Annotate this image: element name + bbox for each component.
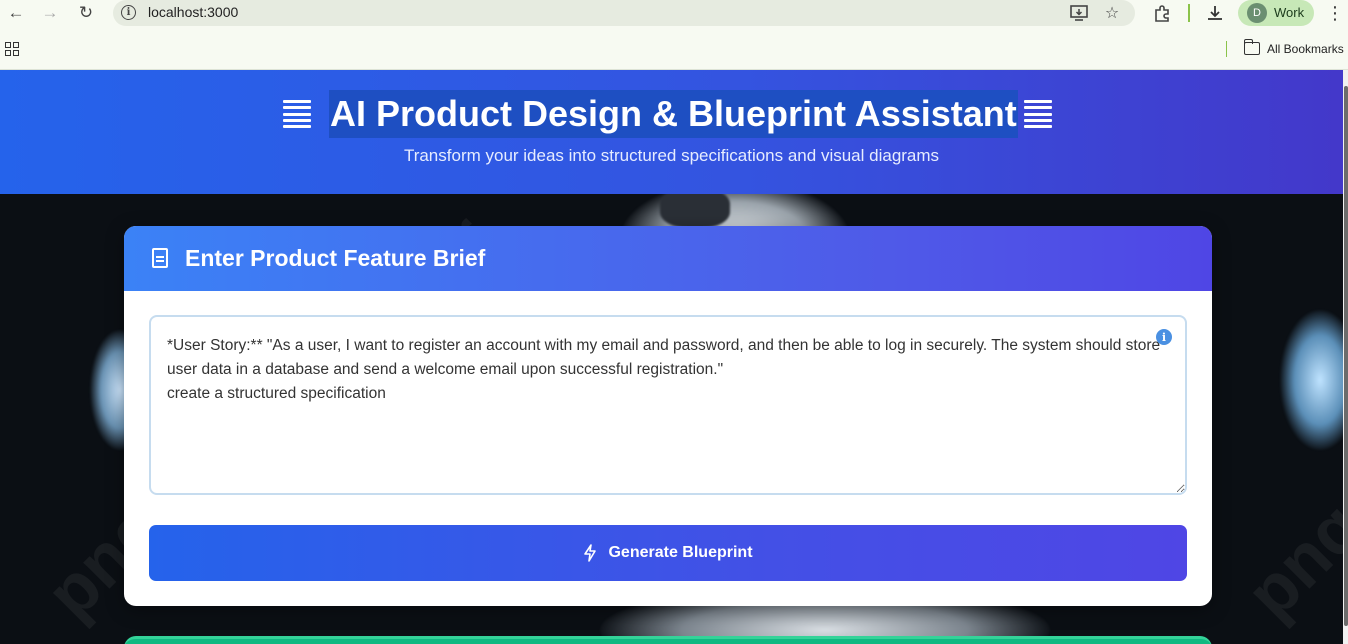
bookmarks-divider bbox=[1226, 41, 1227, 57]
card-header: Enter Product Feature Brief bbox=[124, 226, 1212, 291]
download-icon[interactable] bbox=[1204, 2, 1226, 24]
document-icon bbox=[152, 248, 168, 268]
bookmarks-bar bbox=[0, 36, 1348, 70]
generate-blueprint-label: Generate Blueprint bbox=[608, 544, 753, 561]
address-url[interactable]: localhost:3000 bbox=[148, 4, 238, 20]
toolbar-divider bbox=[1188, 4, 1190, 22]
reload-icon[interactable]: ↻ bbox=[72, 2, 100, 24]
feature-brief-card: Enter Product Feature Brief i Generate B… bbox=[124, 226, 1212, 606]
page-title: AI Product Design & Blueprint Assistant bbox=[329, 90, 1018, 138]
page-subtitle: Transform your ideas into structured spe… bbox=[403, 146, 940, 165]
lightning-icon bbox=[584, 544, 597, 562]
hamburger-menu-icon[interactable] bbox=[283, 100, 311, 128]
bookmark-star-icon[interactable]: ☆ bbox=[1101, 2, 1123, 24]
site-info-icon[interactable]: i bbox=[121, 5, 136, 20]
generate-blueprint-button[interactable]: Generate Blueprint bbox=[149, 525, 1187, 581]
hamburger-menu-icon-right[interactable] bbox=[1024, 100, 1052, 128]
back-icon[interactable]: ← bbox=[2, 2, 30, 24]
install-app-icon[interactable] bbox=[1068, 2, 1090, 24]
card-title: Enter Product Feature Brief bbox=[185, 245, 486, 271]
avatar[interactable]: D bbox=[1247, 3, 1267, 23]
next-section-card bbox=[124, 636, 1212, 644]
info-icon[interactable]: i bbox=[1156, 329, 1172, 345]
folder-icon[interactable] bbox=[1243, 39, 1260, 55]
profile-label[interactable]: Work bbox=[1274, 5, 1304, 20]
all-bookmarks-link[interactable]: All Bookmarks bbox=[1267, 42, 1344, 56]
hero-header: AI Product Design & Blueprint Assistant … bbox=[0, 70, 1343, 194]
address-bar[interactable] bbox=[113, 0, 1135, 26]
scrollbar-thumb[interactable] bbox=[1344, 86, 1348, 626]
browser-menu-icon[interactable]: ⋮ bbox=[1326, 2, 1344, 24]
page-content: png png Tr AI Product Design & Blueprint… bbox=[0, 70, 1343, 644]
extensions-icon[interactable] bbox=[1151, 2, 1173, 24]
forward-icon[interactable]: → bbox=[36, 2, 64, 24]
apps-grid-icon[interactable] bbox=[5, 42, 19, 56]
feature-brief-input[interactable] bbox=[149, 315, 1187, 495]
